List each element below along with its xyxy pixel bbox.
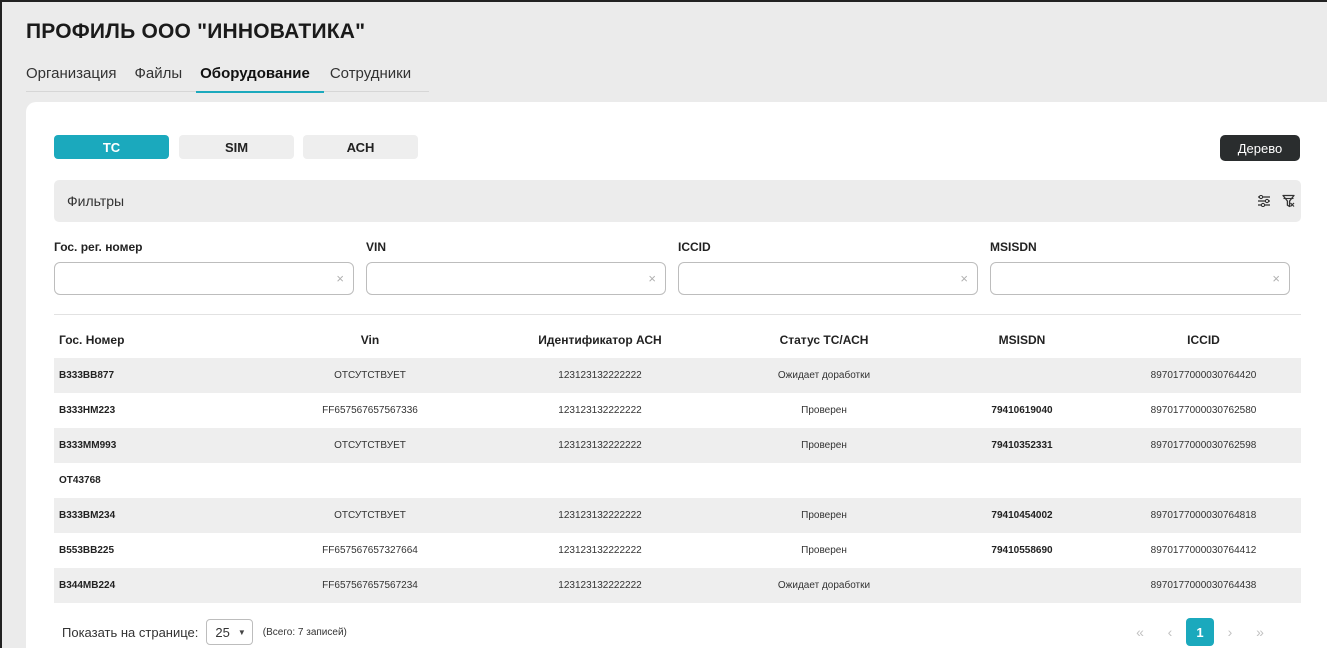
cell-asn-id: 123123132222222 (558, 580, 642, 591)
segment-asn-button[interactable]: АСН (303, 135, 418, 159)
close-icon[interactable]: × (1272, 272, 1280, 286)
filter-clear-icon[interactable] (1278, 191, 1298, 211)
column-header[interactable]: MSISDN (938, 333, 1106, 347)
cell-asn-id: 123123132222222 (558, 370, 642, 381)
cell-iccid: 8970177000030764818 (1150, 510, 1257, 521)
table-row[interactable]: ОТ43768 (54, 463, 1301, 498)
tab-organization[interactable]: Организация (26, 64, 128, 92)
cell-status: Проверен (801, 510, 847, 521)
vin-label: VIN (366, 240, 387, 254)
gos-nomer-label: Гос. рег. номер (54, 240, 143, 254)
cell-iccid: 8970177000030762580 (1150, 405, 1257, 416)
table-row[interactable]: В344МВ224 FF657567657567234 123123132222… (54, 568, 1301, 603)
table-row[interactable]: В553ВВ225 FF657567657327664 123123132222… (54, 533, 1301, 568)
cell-iccid: 8970177000030762598 (1150, 440, 1257, 451)
cell-gos-nomer: В333ВМ234 (59, 510, 116, 521)
cell-asn-id: 123123132222222 (558, 405, 642, 416)
close-icon[interactable]: × (336, 272, 344, 286)
tree-button[interactable]: Дерево (1220, 135, 1300, 161)
column-header[interactable]: Гос. Номер (54, 333, 250, 347)
page-number-button[interactable]: 1 (1186, 618, 1214, 646)
cell-status: Проверен (801, 440, 847, 451)
cell-gos-nomer: В344МВ224 (59, 580, 116, 591)
profile-tabs: Организация Файлы Оборудование Сотрудник… (26, 64, 430, 93)
tab-equipment[interactable]: Оборудование (196, 64, 324, 93)
msisdn-input[interactable] (991, 263, 1289, 294)
per-page-select[interactable]: 25 ▼ (206, 619, 253, 645)
divider (54, 314, 1301, 315)
first-page-icon[interactable]: « (1126, 618, 1154, 646)
table-row[interactable]: В333ВВ877 ОТСУТСТВУЕТ 123123132222222 Ож… (54, 358, 1301, 393)
cell-asn-id: 123123132222222 (558, 440, 642, 451)
cell-msisdn: 79410454002 (991, 510, 1053, 521)
cell-vin: ОТСУТСТВУЕТ (334, 440, 406, 451)
sliders-icon[interactable] (1254, 191, 1274, 211)
cell-msisdn: 79410619040 (991, 405, 1053, 416)
prev-page-icon[interactable]: ‹ (1156, 618, 1184, 646)
iccid-label: ICCID (678, 240, 711, 254)
total-records: (Всего: 7 записей) (262, 626, 347, 638)
pagination: « ‹ 1 › » (1124, 618, 1274, 646)
cell-asn-id: 123123132222222 (558, 545, 642, 556)
column-header[interactable]: Статус ТС/АСН (710, 333, 938, 347)
equipment-card: ТС SIM АСН Дерево Фильтры Гос. рег. номе… (26, 102, 1327, 648)
cell-gos-nomer: В333НМ223 (59, 405, 116, 416)
cell-status: Ожидает доработки (777, 370, 871, 381)
cell-status: Проверен (801, 545, 847, 556)
cell-gos-nomer: В553ВВ225 (59, 545, 115, 556)
cell-vin: FF657567657327664 (322, 545, 418, 556)
segment-ts-button[interactable]: ТС (54, 135, 169, 159)
segment-sim-button[interactable]: SIM (179, 135, 294, 159)
cell-gos-nomer: ОТ43768 (59, 475, 101, 486)
cell-iccid: 8970177000030764420 (1150, 370, 1257, 381)
cell-status: Проверен (801, 405, 847, 416)
msisdn-label: MSISDN (990, 240, 1037, 254)
iccid-input[interactable] (679, 263, 977, 294)
per-page-label: Показать на странице: (62, 624, 199, 640)
cell-vin: FF657567657567336 (322, 405, 418, 416)
cell-vin: ОТСУТСТВУЕТ (334, 510, 406, 521)
cell-vin: ОТСУТСТВУЕТ (334, 370, 406, 381)
cell-iccid: 8970177000030764438 (1150, 580, 1257, 591)
gos-nomer-field: × (54, 262, 354, 295)
table-row[interactable]: В333ВМ234 ОТСУТСТВУЕТ 123123132222222 Пр… (54, 498, 1301, 533)
table-row[interactable]: В333НМ223 FF657567657567336 123123132222… (54, 393, 1301, 428)
close-icon[interactable]: × (648, 272, 656, 286)
filters-title: Фильтры (67, 193, 125, 209)
cell-msisdn: 79410558690 (991, 545, 1053, 556)
table-row[interactable]: В333ММ993 ОТСУТСТВУЕТ 123123132222222 Пр… (54, 428, 1301, 463)
table-footer: Показать на странице: 25 ▼ (Всего: 7 зап… (62, 619, 347, 645)
page-title: ПРОФИЛЬ ООО "ИННОВАТИКА" (26, 20, 366, 43)
msisdn-field: × (990, 262, 1290, 295)
cell-msisdn: 79410352331 (991, 440, 1053, 451)
per-page-value: 25 (215, 624, 230, 640)
close-icon[interactable]: × (960, 272, 968, 286)
cell-asn-id: 123123132222222 (558, 510, 642, 521)
gos-nomer-input[interactable] (55, 263, 353, 294)
column-header[interactable]: Идентификатор АСН (490, 333, 710, 347)
chevron-down-icon: ▼ (237, 627, 246, 637)
vin-input[interactable] (367, 263, 665, 294)
cell-iccid: 8970177000030764412 (1150, 545, 1257, 556)
next-page-icon[interactable]: › (1216, 618, 1244, 646)
iccid-field: × (678, 262, 978, 295)
tab-files[interactable]: Файлы (134, 64, 194, 92)
app-frame: ПРОФИЛЬ ООО "ИННОВАТИКА" Организация Фай… (0, 0, 1327, 648)
vin-field: × (366, 262, 666, 295)
cell-gos-nomer: В333ВВ877 (59, 370, 115, 381)
cell-vin: FF657567657567234 (322, 580, 418, 591)
last-page-icon[interactable]: » (1246, 618, 1274, 646)
column-header[interactable]: ICCID (1106, 333, 1301, 347)
equipment-table: Гос. Номер Vin Идентификатор АСН Статус … (54, 322, 1301, 603)
filters-bar: Фильтры (54, 180, 1301, 222)
column-header[interactable]: Vin (250, 333, 490, 347)
tab-employees[interactable]: Сотрудники (330, 64, 423, 92)
cell-gos-nomer: В333ММ993 (59, 440, 117, 451)
table-header: Гос. Номер Vin Идентификатор АСН Статус … (54, 322, 1301, 358)
cell-status: Ожидает доработки (777, 580, 871, 591)
